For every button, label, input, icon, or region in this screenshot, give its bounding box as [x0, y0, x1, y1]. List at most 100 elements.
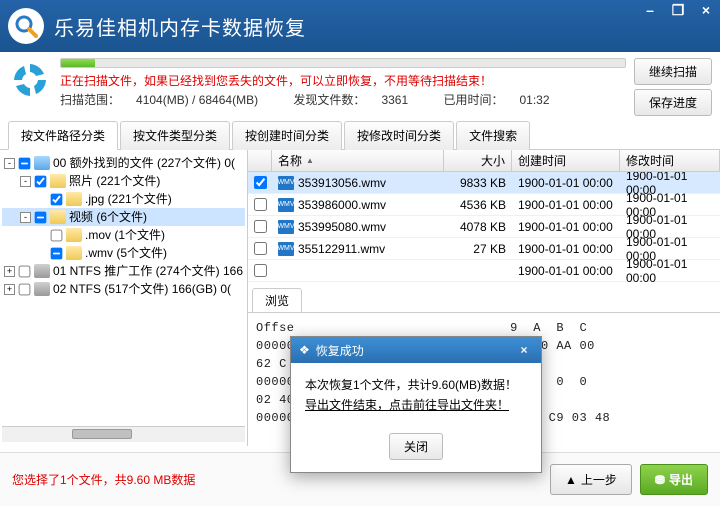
found-label: 发现文件数： [293, 93, 365, 107]
tree-node[interactable]: .wmv (5个文件) [2, 244, 245, 262]
file-size: 9833 KB [444, 174, 512, 192]
tree-checkbox[interactable] [51, 193, 63, 205]
export-icon: ⛃ [655, 473, 665, 487]
row-checkbox[interactable] [254, 198, 267, 211]
drive-icon [34, 264, 50, 278]
file-ctime: 1900-01-01 00:00 [512, 174, 620, 192]
wmv-icon: WMV [278, 198, 294, 212]
prev-step-button[interactable]: ▲上一步 [550, 464, 632, 495]
col-check[interactable] [248, 150, 272, 171]
scan-message: 正在扫描文件，如果已经找到您丢失的文件，可以立即恢复，不用等待扫描结束！ [60, 72, 626, 89]
dialog-close-button[interactable]: 关闭 [389, 433, 443, 460]
drive-icon [34, 282, 50, 296]
tree-scrollbar[interactable] [2, 426, 245, 442]
sort-asc-icon: ▲ [306, 156, 314, 165]
tree-node[interactable]: +02 NTFS (517个文件) 166(GB) 0( [2, 280, 245, 298]
window-controls: – ❐ × [636, 0, 720, 20]
col-ctime[interactable]: 创建时间 [512, 150, 620, 171]
scan-spinner-icon [8, 58, 52, 102]
tree-node[interactable]: -照片 (221个文件) [2, 172, 245, 190]
tree-checkbox[interactable] [19, 283, 31, 295]
info-icon: ❖ [299, 343, 310, 357]
wmv-icon: WMV [278, 220, 294, 234]
file-size: 4536 KB [444, 196, 512, 214]
tab-search[interactable]: 文件搜索 [456, 121, 530, 150]
classify-tabs: 按文件路径分类 按文件类型分类 按创建时间分类 按修改时间分类 文件搜索 [0, 120, 720, 150]
recovery-success-dialog: ❖ 恢复成功 × 本次恢复1个文件，共计9.60(MB)数据！ 导出文件结束，点… [290, 336, 542, 473]
col-name[interactable]: 名称▲ [272, 150, 444, 171]
status-middle: 正在扫描文件，如果已经找到您丢失的文件，可以立即恢复，不用等待扫描结束！ 扫描范… [60, 58, 626, 108]
tree-checkbox[interactable] [35, 211, 47, 223]
folder-tree[interactable]: - 00 额外找到的文件 (227个文件) 0(-照片 (221个文件).jpg … [0, 150, 248, 446]
tab-mtime[interactable]: 按修改时间分类 [344, 121, 454, 150]
range-label: 扫描范围： [60, 93, 120, 107]
range-value: 4104(MB) / 68464(MB) [136, 93, 258, 107]
preview-tab-browse[interactable]: 浏览 [252, 288, 302, 312]
scan-stats: 扫描范围： 4104(MB) / 68464(MB) 发现文件数： 3361 已用时… [60, 91, 626, 108]
row-checkbox[interactable] [254, 176, 267, 189]
save-progress-button[interactable]: 保存进度 [634, 89, 712, 116]
maximize-button[interactable]: ❐ [664, 0, 692, 20]
tab-ctime[interactable]: 按创建时间分类 [232, 121, 342, 150]
dialog-close-icon[interactable]: × [515, 341, 533, 359]
scan-side-buttons: 继续扫描 保存进度 [634, 58, 712, 116]
close-button[interactable]: × [692, 0, 720, 20]
elapsed-value: 01:32 [520, 93, 550, 107]
tree-checkbox[interactable] [51, 229, 63, 241]
row-checkbox[interactable] [254, 242, 267, 255]
file-name: 355122911.wmv [298, 242, 385, 256]
tree-checkbox[interactable] [51, 247, 63, 259]
tree-expand-icon[interactable]: - [4, 158, 15, 169]
continue-scan-button[interactable]: 继续扫描 [634, 58, 712, 85]
minimize-button[interactable]: – [636, 0, 664, 20]
dialog-open-folder-link[interactable]: 导出文件结束，点击前往导出文件夹！ [305, 395, 527, 415]
folder-icon [66, 246, 82, 260]
prev-arrow-icon: ▲ [565, 473, 577, 487]
dialog-titlebar[interactable]: ❖ 恢复成功 × [291, 337, 541, 363]
dialog-line1: 本次恢复1个文件，共计9.60(MB)数据！ [305, 375, 527, 395]
selection-summary: 您选择了1个文件，共9.60 MB数据 [12, 471, 195, 488]
file-size: 4078 KB [444, 218, 512, 236]
tree-label: 02 NTFS (517个文件) 166(GB) 0( [53, 280, 231, 298]
tree-node[interactable]: .jpg (221个文件) [2, 190, 245, 208]
tree-checkbox[interactable] [35, 175, 47, 187]
folder-icon [66, 192, 82, 206]
export-button[interactable]: ⛃导出 [640, 464, 708, 495]
tree-checkbox[interactable] [19, 157, 31, 169]
tree-label: 00 额外找到的文件 (227个文件) 0( [53, 154, 235, 172]
tab-path[interactable]: 按文件路径分类 [8, 121, 118, 150]
file-ctime: 1900-01-01 00:00 [512, 218, 620, 236]
tree-expand-icon[interactable]: - [20, 212, 31, 223]
col-mtime[interactable]: 修改时间 [620, 150, 720, 171]
tree-node[interactable]: .mov (1个文件) [2, 226, 245, 244]
tree-node[interactable]: -视频 (6个文件) [2, 208, 245, 226]
grid-body: WMV353913056.wmv9833 KB1900-01-01 00:001… [248, 172, 720, 282]
row-checkbox[interactable] [254, 220, 267, 233]
file-grid: 名称▲ 大小 创建时间 修改时间 WMV 353913056.wmv 9833 KB… [248, 150, 720, 282]
app-logo [8, 8, 44, 44]
file-mtime: 1900-01-01 00:00 [620, 255, 720, 283]
file-name: 353913056.wmv [298, 176, 386, 190]
tab-filetype[interactable]: 按文件类型分类 [120, 121, 230, 150]
file-ctime: 1900-01-01 00:00 [512, 262, 620, 280]
col-size[interactable]: 大小 [444, 150, 512, 171]
tree-checkbox[interactable] [19, 265, 31, 277]
tree-node[interactable]: +01 NTFS 推广工作 (274个文件) 166 [2, 262, 245, 280]
folder-icon [50, 210, 66, 224]
dialog-title: 恢复成功 [316, 342, 364, 359]
tree-expand-icon[interactable]: + [4, 284, 15, 295]
file-row[interactable]: 1900-01-01 00:001900-01-01 00:00 [248, 260, 720, 282]
main-area: 正在扫描文件，如果已经找到您丢失的文件，可以立即恢复，不用等待扫描结束！ 扫描范… [0, 52, 720, 452]
dialog-buttons: 关闭 [291, 427, 541, 472]
row-checkbox[interactable] [254, 264, 267, 277]
file-name: 353986000.wmv [298, 198, 386, 212]
tree-label: 01 NTFS 推广工作 (274个文件) 166 [53, 262, 243, 280]
progress-fill [61, 59, 95, 67]
elapsed-label: 已用时间： [443, 93, 503, 107]
app-title: 乐易佳相机内存卡数据恢复 [54, 12, 306, 41]
found-value: 3361 [381, 93, 408, 107]
folder-icon [50, 174, 66, 188]
tree-expand-icon[interactable]: - [20, 176, 31, 187]
tree-expand-icon[interactable]: + [4, 266, 15, 277]
tree-node[interactable]: - 00 额外找到的文件 (227个文件) 0( [2, 154, 245, 172]
